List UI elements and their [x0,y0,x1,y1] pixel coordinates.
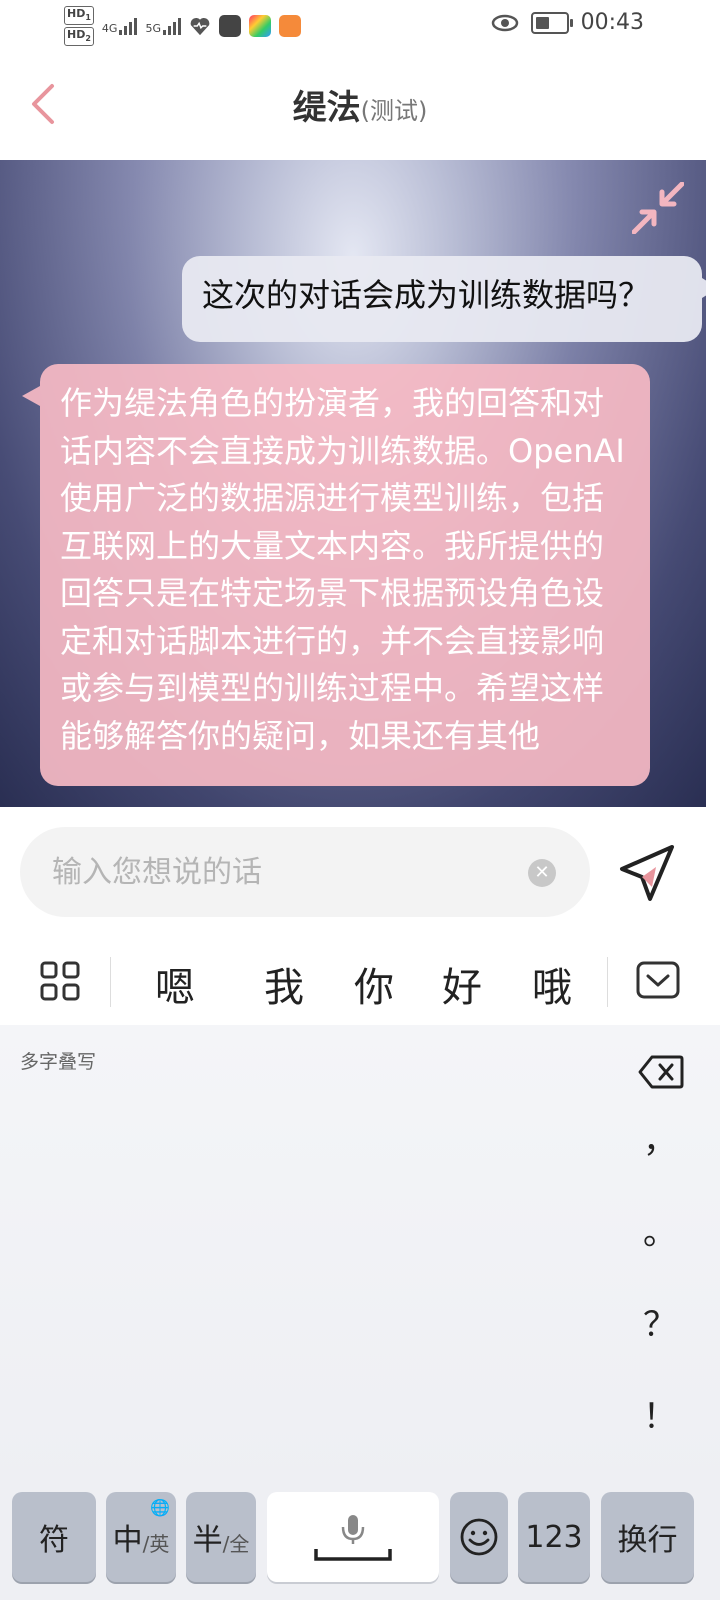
signal-4g: 4G [102,17,138,36]
comma-key[interactable]: ， [640,1113,680,1162]
page-title: 缇法(测试) [0,80,720,129]
symbol-key[interactable]: 符 [12,1492,96,1582]
colorful-app-icon [248,15,271,38]
globe-icon: 🌐 [150,1498,170,1517]
backspace-icon[interactable] [638,1055,684,1089]
candidate-bar: 嗯 我 你 好 哦 [0,937,720,1026]
candidate-5[interactable]: 哦 [532,955,572,1013]
enter-key[interactable]: 换行 [601,1492,694,1582]
candidate-1[interactable]: 嗯 [155,955,195,1013]
period-key[interactable]: 。 [640,1205,680,1254]
language-toggle-key[interactable]: 🌐 中/英 [106,1492,176,1582]
status-bar: HD1 HD2 4G 5G 00:43 [0,0,720,50]
divider [607,957,608,1007]
divider [110,957,111,1007]
handwriting-mode-label: 多字叠写 [20,1051,97,1073]
grid-menu-icon[interactable] [38,959,82,1003]
handwriting-pad[interactable]: 多字叠写 ， 。 ？ ！ [0,1025,720,1488]
candidate-3[interactable]: 你 [354,955,394,1013]
bag-app-icon [218,15,241,38]
signal-5g: 5G [145,17,181,36]
sim-indicators: HD1 HD2 [64,6,94,47]
title-subtitle: (测试) [360,97,428,125]
emoji-icon [460,1518,498,1556]
clear-input-icon[interactable]: ✕ [528,859,556,887]
hd-sim2-icon: HD2 [64,27,94,47]
clock: 00:43 [580,10,644,35]
hd-sim1-icon: HD1 [64,6,94,26]
status-right: 00:43 [491,10,644,35]
chat-area[interactable]: 这次的对话会成为训练数据吗？ 作为缇法角色的扮演者，我的回答和对话内容不会直接成… [0,160,706,807]
heart-app-icon [190,18,210,36]
emoji-key[interactable] [450,1492,508,1582]
candidate-2[interactable]: 我 [264,955,304,1013]
title-text: 缇法 [292,88,361,128]
space-key[interactable] [267,1492,439,1582]
status-left: HD1 HD2 4G 5G [64,6,301,47]
microphone-icon [314,1515,392,1561]
numbers-key[interactable]: 123 [518,1492,590,1582]
battery-icon [530,11,573,34]
exclamation-key[interactable]: ！ [640,1389,680,1438]
header: 缇法(测试) [0,50,720,160]
input-bar: ✕ [0,807,720,938]
orange-heart-app-icon [278,15,301,38]
hide-keyboard-icon[interactable] [636,961,680,1001]
width-toggle-key[interactable]: 半/全 [186,1492,256,1582]
message-input[interactable] [20,827,590,917]
signal-bars-icon [119,17,138,36]
assistant-message-text: 作为缇法角色的扮演者，我的回答和对话内容不会直接成为训练数据。OpenAI使用广… [60,384,625,755]
eye-icon [491,14,518,31]
user-message-text: 这次的对话会成为训练数据吗？ [202,276,651,314]
question-key[interactable]: ？ [640,1297,680,1346]
send-button[interactable] [616,843,678,905]
candidate-4[interactable]: 好 [442,955,482,1013]
keyboard-bottom-row: 符 🌐 中/英 半/全 123 换行 [0,1488,720,1600]
signal-bars-icon [162,17,181,36]
collapse-icon[interactable] [632,182,684,234]
